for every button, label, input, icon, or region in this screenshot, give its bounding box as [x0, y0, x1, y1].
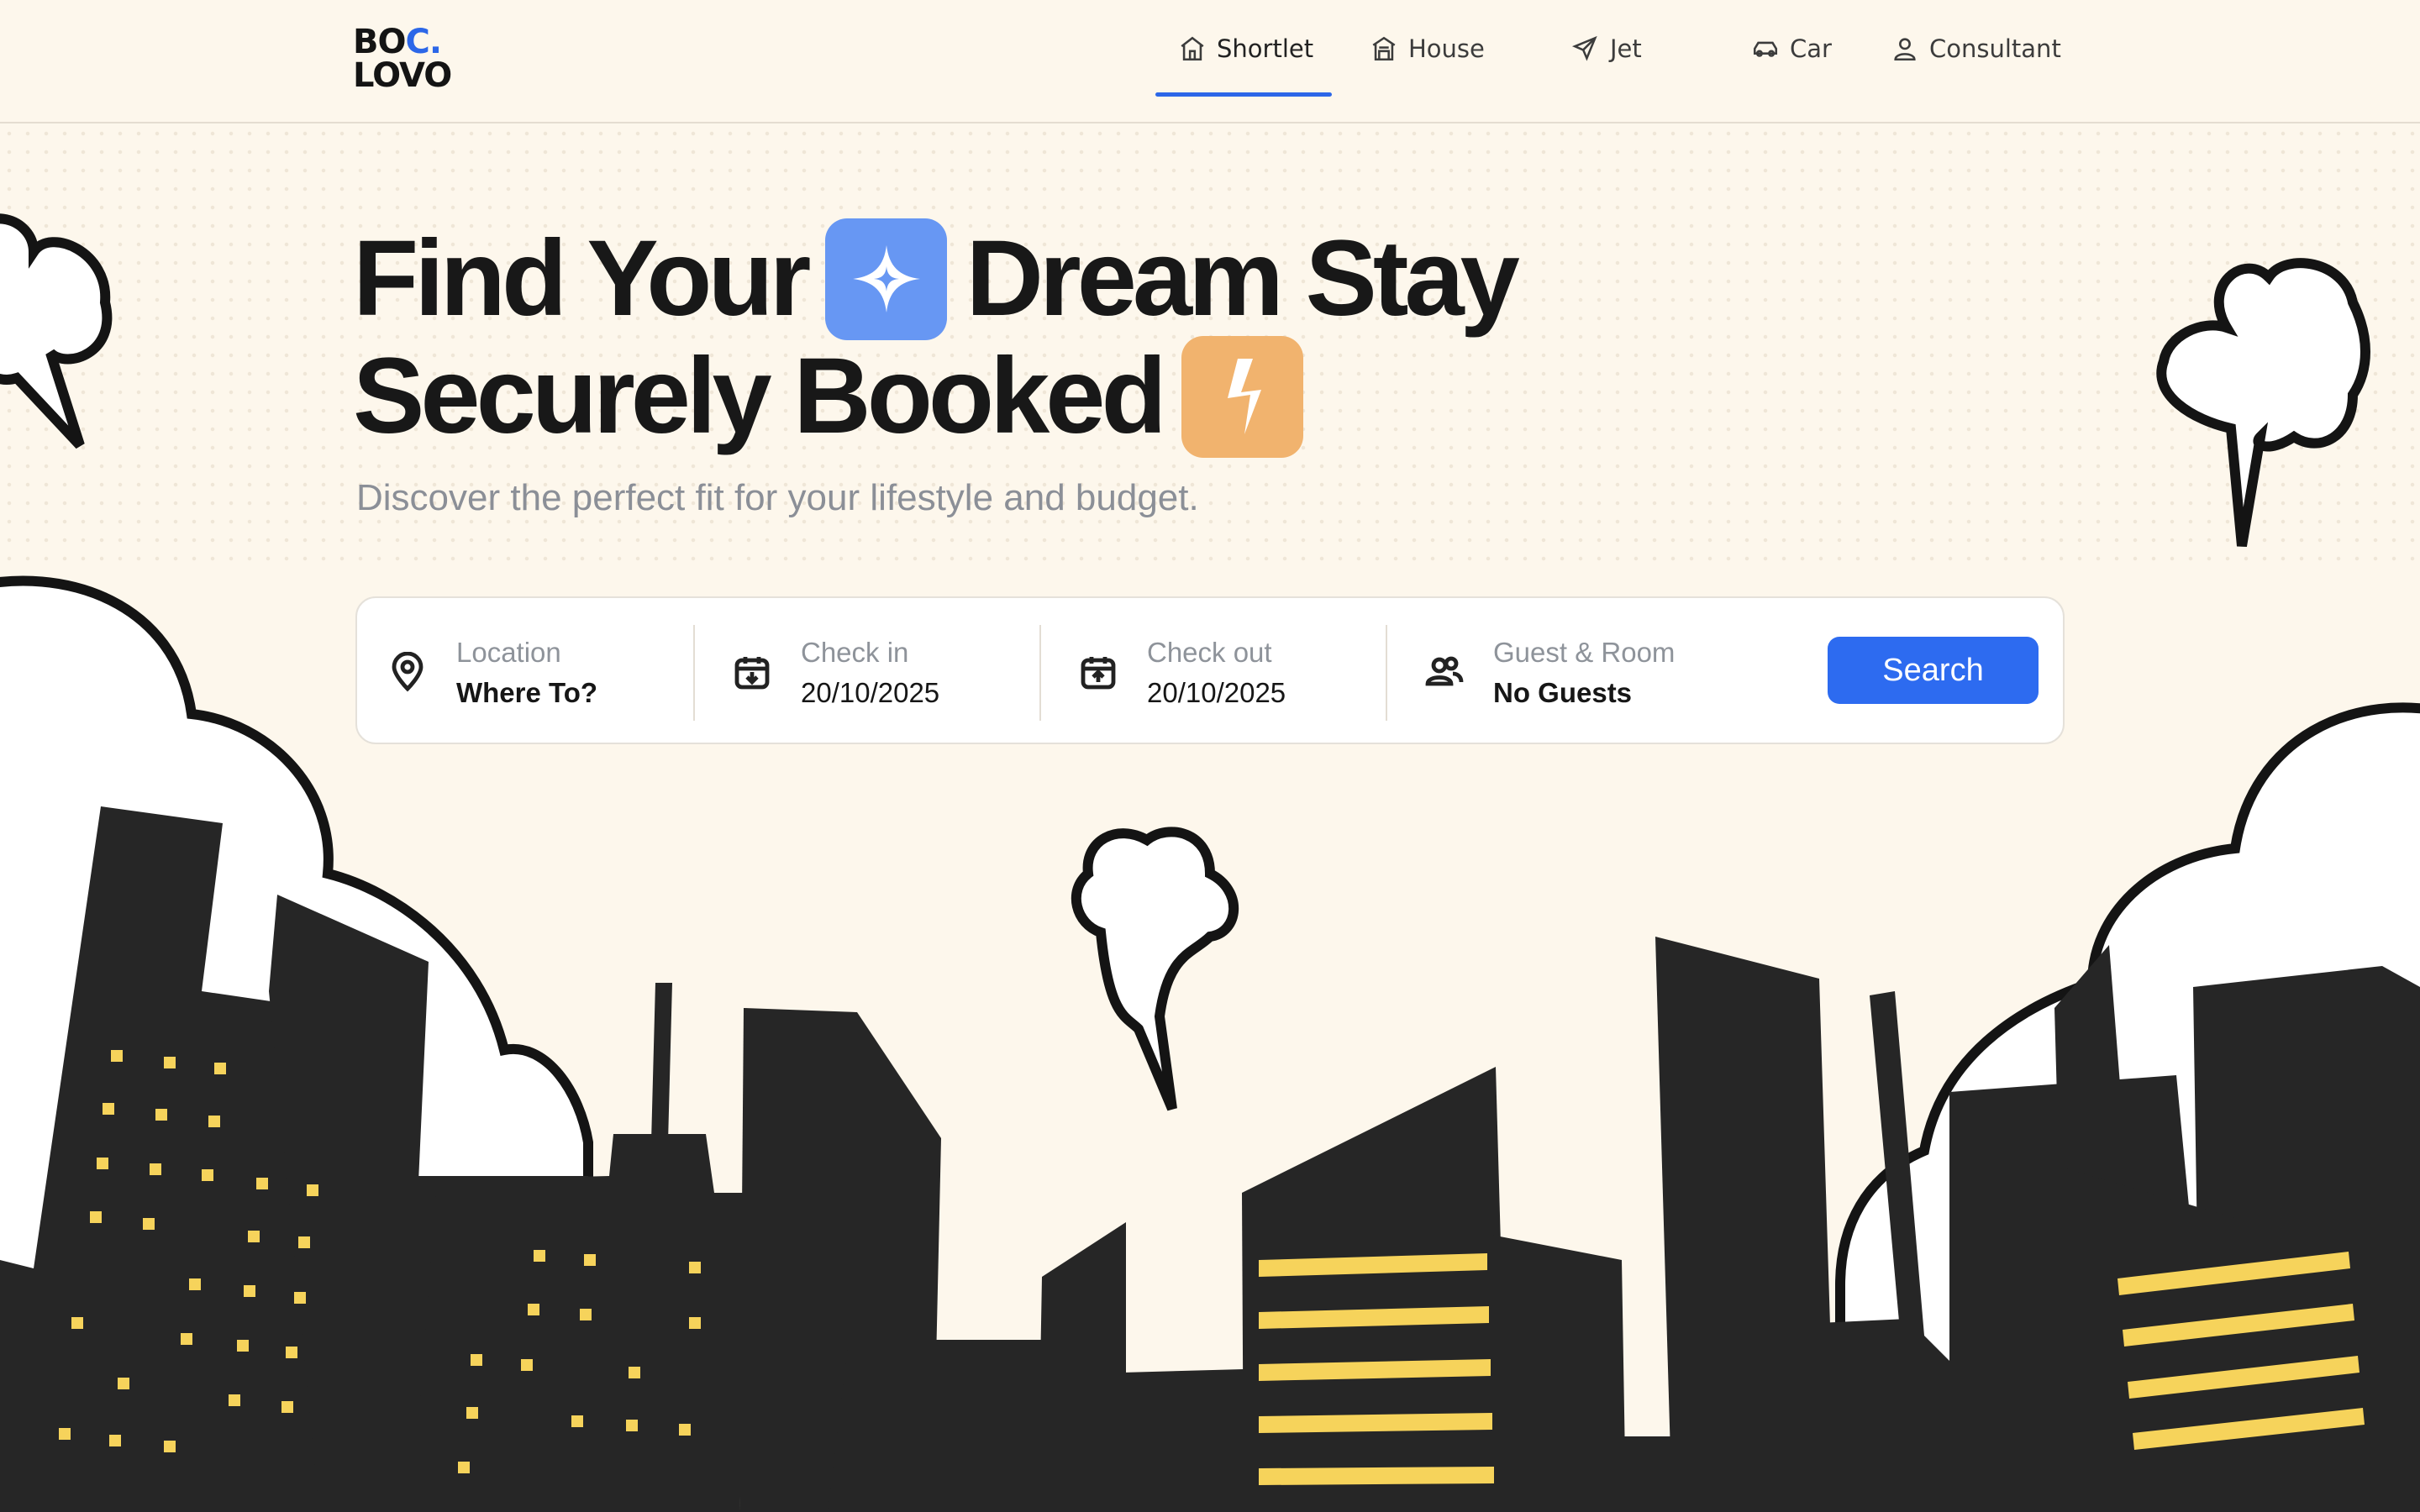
location-pin-icon: [387, 651, 428, 692]
hero-line-1: Find Your Dream Stay: [353, 218, 1520, 340]
check-out-field[interactable]: Check out 20/10/2025: [1078, 623, 1364, 721]
nav-item-label: Shortlet: [1217, 34, 1314, 63]
person-icon: [1894, 38, 1916, 61]
sparkle-badge: [825, 218, 948, 340]
calendar-down-icon: [732, 652, 772, 692]
check-out-label: Check out: [1147, 637, 1272, 668]
sparkle-icon: [852, 245, 920, 312]
users-icon: [1424, 652, 1465, 692]
check-in-field[interactable]: Check in 20/10/2025: [732, 623, 1018, 721]
nav-item-label: Car: [1790, 34, 1832, 63]
nav-item-house[interactable]: House: [1370, 0, 1485, 97]
nav-item-consultant[interactable]: Consultant: [1891, 0, 2061, 97]
hero-subtitle: Discover the perfect fit for your lifest…: [356, 477, 1199, 518]
lightning-icon: [1228, 359, 1262, 434]
nav-item-shortlet[interactable]: Shortlet: [1178, 0, 1313, 97]
hero-text-find: Find Your: [353, 218, 811, 339]
search-button[interactable]: Search: [1828, 637, 2039, 704]
car-icon: [1753, 41, 1778, 57]
nav-item-label: Consultant: [1929, 34, 2061, 63]
main-nav: Shortlet House Jet Car Consultant: [0, 0, 2420, 123]
active-tab-indicator: [1155, 92, 1332, 97]
speech-cloud-topright: [2156, 258, 2370, 548]
location-value: Where To?: [456, 677, 598, 708]
guests-field[interactable]: Guest & Room No Guests: [1424, 623, 1794, 721]
location-field[interactable]: Location Where To?: [387, 623, 673, 721]
house-icon: [1372, 36, 1396, 61]
nav-item-label: Jet: [1610, 34, 1642, 63]
plane-icon: [1571, 35, 1597, 61]
top-navbar: BOC. LOVO Shortlet House Jet Car Consult…: [0, 0, 2420, 123]
field-divider: [1039, 625, 1041, 721]
check-out-value: 20/10/2025: [1147, 677, 1286, 708]
calendar-up-icon: [1078, 652, 1118, 692]
hero-title: Find Your Dream Stay Securely Booked: [353, 218, 1520, 458]
check-in-label: Check in: [801, 637, 909, 668]
speech-cloud-topleft: [0, 213, 113, 449]
check-in-value: 20/10/2025: [801, 677, 940, 708]
guests-label: Guest & Room: [1493, 637, 1676, 668]
hero-text-dream: Dream Stay: [965, 218, 1519, 339]
page: { "brand": { "line1": "BO", "line1_accen…: [0, 0, 2420, 1512]
search-bar: Location Where To? Check in 20/10/2025 C…: [355, 596, 2065, 744]
field-divider: [1386, 625, 1387, 721]
nav-item-car[interactable]: Car: [1751, 0, 1832, 97]
location-label: Location: [456, 637, 561, 668]
field-divider: [693, 625, 695, 721]
hero-line-2: Securely Booked: [353, 335, 1516, 458]
guests-value: No Guests: [1493, 677, 1633, 708]
hero-text-secure: Securely Booked: [353, 336, 1167, 456]
nav-item-label: House: [1408, 34, 1485, 63]
home-icon: [1181, 36, 1204, 61]
nav-item-jet[interactable]: Jet: [1571, 0, 1642, 97]
lightning-badge: [1181, 335, 1303, 458]
speech-cloud-center: [1071, 827, 1239, 1111]
